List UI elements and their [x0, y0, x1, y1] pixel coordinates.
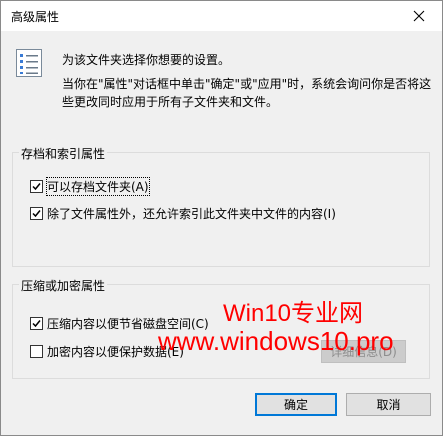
description-line2: 当你在"属性"对话框中单击"确定"或"应用"时，系统会询问你是否将这些更改同时应…: [62, 77, 432, 109]
archive-folder-checkbox-row[interactable]: 可以存档文件夹(A): [30, 177, 150, 196]
archive-group-legend: 存档和索引属性: [19, 145, 108, 162]
close-button[interactable]: [404, 3, 434, 29]
window-title: 高级属性: [11, 10, 60, 24]
ok-button[interactable]: 确定: [255, 393, 337, 416]
checkmark-icon: [32, 320, 41, 328]
dialog-content: 为该文件夹选择你想要的设置。 当你在"属性"对话框中单击"确定"或"应用"时，系…: [1, 31, 442, 435]
checkmark-icon: [32, 183, 41, 191]
watermark-line1: Win10专业网: [223, 300, 364, 327]
index-content-checkbox[interactable]: [30, 207, 43, 220]
attributes-list-icon: [16, 49, 42, 77]
title-bar[interactable]: 高级属性: [1, 1, 442, 31]
compress-group-legend: 压缩或加密属性: [19, 277, 108, 294]
encrypt-content-checkbox[interactable]: [30, 345, 43, 358]
compress-content-checkbox[interactable]: [30, 317, 43, 330]
archive-index-group: 存档和索引属性 可以存档文件夹(A) 除了文件属性外，还允许索引此文件夹中文件的…: [12, 145, 430, 267]
advanced-attributes-dialog: 高级属性 为该文件夹选择你想要的设置。 当你在"属性"对话框中单击"确定"或"应…: [0, 0, 443, 436]
archive-folder-label: 可以存档文件夹(A): [46, 177, 150, 196]
checkmark-icon: [32, 210, 41, 218]
index-content-label: 除了文件属性外，还允许索引此文件夹中文件的内容(I): [47, 207, 336, 221]
cancel-button[interactable]: 取消: [346, 393, 431, 416]
archive-folder-checkbox[interactable]: [30, 180, 43, 193]
watermark-line2: www.windows10.pro: [158, 326, 394, 356]
close-icon: [413, 10, 425, 22]
description-line1: 为该文件夹选择你想要的设置。: [62, 53, 231, 67]
index-content-checkbox-row[interactable]: 除了文件属性外，还允许索引此文件夹中文件的内容(I): [30, 205, 336, 222]
